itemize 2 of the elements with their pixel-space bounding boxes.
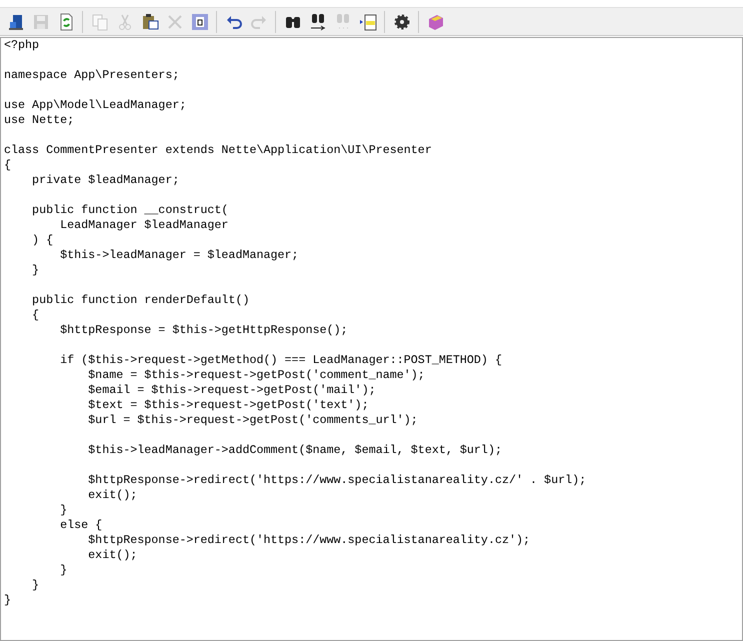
code-text: <?php namespace App\Presenters; use App\Model\LeadManager; use Nette; class CommentPresenter extends Nette\Application\UI\Presenter { private $leadManager; public function __construct( LeadManager $leadManager ) { $this->leadManager = $leadManager; } public function renderDefault() { $httpResponse = $this->getHttpResponse(); if ($this->request->getMethod() === LeadManager::POST_METHOD) { $name = $this->request->getPost('comment_name'); $email = $this->request->getPost('mail'); $text = $this->request->getPost('text'); $url = $this->request->getPost('comments_url'); $this->leadManager->addComment($name, $email, $text, $url); $httpResponse->redirect('https://www.specialistanareality.cz/' . $url); exit(); } else { $httpResponse->redirect('https://www.specialistanareality.cz'); exit(); } } } (4, 38, 588, 608)
code-editor[interactable] (0, 37, 743, 641)
